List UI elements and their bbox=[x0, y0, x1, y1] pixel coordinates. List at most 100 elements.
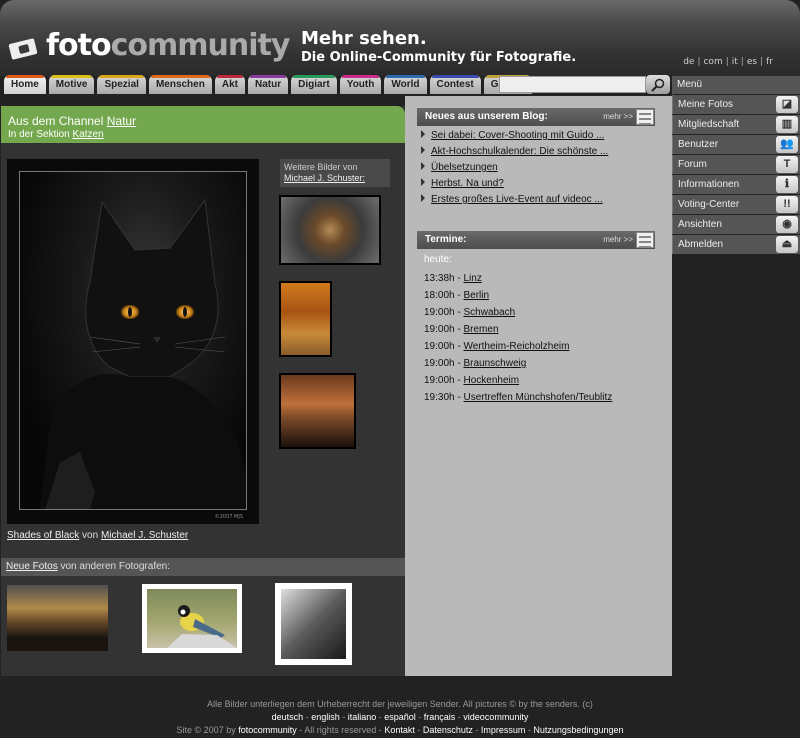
menu-item-mitgliedschaft[interactable]: Mitgliedschaft ▥ bbox=[672, 115, 800, 134]
language-separator: | bbox=[725, 57, 729, 67]
event-place-link[interactable]: Bremen bbox=[463, 324, 498, 335]
camera-logo-icon bbox=[8, 35, 42, 60]
event-row: 19:00h - Hockenheim bbox=[424, 372, 612, 389]
footer-link[interactable]: Impressum bbox=[481, 725, 526, 735]
menu-item-label: Forum bbox=[678, 159, 707, 170]
tab-home[interactable]: Home bbox=[4, 75, 46, 94]
menu-item-forum[interactable]: Forum T bbox=[672, 155, 800, 174]
more-photos-author-link[interactable]: Michael J. Schuster: bbox=[284, 173, 365, 183]
footer-language-link[interactable]: videocommunity bbox=[463, 712, 528, 722]
footer-link[interactable]: Kontakt bbox=[384, 725, 415, 735]
blog-item-link[interactable]: Akt-Hochschulkalender: Die schönste ... bbox=[431, 146, 608, 157]
menu-item-abmelden[interactable]: Abmelden ⏏ bbox=[672, 235, 800, 254]
termine-more-link[interactable]: mehr >> bbox=[603, 231, 633, 249]
event-place-link[interactable]: Hockenheim bbox=[463, 375, 519, 386]
tab-natur[interactable]: Natur bbox=[247, 75, 289, 94]
blog-item-link[interactable]: Übelsetzungen bbox=[431, 162, 498, 173]
menu-item-ansichten[interactable]: Ansichten ◉ bbox=[672, 215, 800, 234]
new-photos-link[interactable]: Neue Fotos bbox=[6, 561, 58, 572]
blog-more-link[interactable]: mehr >> bbox=[603, 108, 633, 126]
membership-icon: ▥ bbox=[776, 116, 798, 133]
blog-item: Übelsetzungen bbox=[421, 162, 608, 173]
blog-item: Akt-Hochschulkalender: Die schönste ... bbox=[421, 146, 608, 157]
search-button[interactable] bbox=[646, 75, 670, 94]
footer-language-link[interactable]: français bbox=[424, 712, 456, 722]
new-photos-bar: Neue Fotos von anderen Fotografen: bbox=[1, 558, 405, 576]
footer-site-name-link[interactable]: fotocommunity bbox=[238, 725, 297, 735]
tab-akt[interactable]: Akt bbox=[214, 75, 245, 94]
tab-motive[interactable]: Motive bbox=[48, 75, 95, 94]
menu-item-voting-center[interactable]: Voting-Center!! bbox=[672, 195, 800, 214]
blog-title: Neues aus unserem Blog: bbox=[425, 111, 548, 122]
more-photo-thumb-spider[interactable] bbox=[279, 195, 381, 265]
tab-contest[interactable]: Contest bbox=[429, 75, 481, 94]
event-place-link[interactable]: Braunschweig bbox=[463, 358, 526, 369]
menu-item-benutzer[interactable]: Benutzer 👥 bbox=[672, 135, 800, 154]
event-place-link[interactable]: Berlin bbox=[463, 290, 489, 301]
new-photo-thumb-bw[interactable] bbox=[275, 583, 352, 665]
language-separator: | bbox=[740, 57, 744, 67]
more-photo-thumb-sunset[interactable] bbox=[279, 373, 356, 449]
language-fr[interactable]: fr bbox=[766, 57, 773, 67]
language-com[interactable]: com bbox=[703, 57, 722, 67]
logo-text-part2: community bbox=[110, 28, 291, 63]
blog-item-link[interactable]: Sei dabei: Cover-Shooting mit Guido ... bbox=[431, 130, 604, 141]
tab-menschen[interactable]: Menschen bbox=[148, 75, 212, 94]
event-place-link[interactable]: Usertreffen Münchshofen/Teublitz bbox=[463, 392, 612, 403]
blog-item-link[interactable]: Erstes großes Live-Event auf videoc ... bbox=[431, 194, 603, 205]
featured-title-link[interactable]: Shades of Black bbox=[7, 530, 79, 541]
event-row: 13:38h - Linz bbox=[424, 270, 612, 287]
main-content: Aus dem Channel Natur In der Sektion Kat… bbox=[1, 106, 405, 676]
tab-youth[interactable]: Youth bbox=[339, 75, 382, 94]
tab-digiart[interactable]: Digiart bbox=[291, 75, 337, 94]
event-row: 19:00h - Schwabach bbox=[424, 304, 612, 321]
blog-list-icon[interactable] bbox=[636, 109, 654, 125]
footer-link[interactable]: Nutzungsbedingungen bbox=[533, 725, 623, 735]
slogan: Mehr sehen. Die Online-Community für Fot… bbox=[301, 30, 576, 68]
new-photo-thumb-bird[interactable] bbox=[142, 584, 242, 653]
tab-world[interactable]: World bbox=[384, 75, 427, 94]
language-it[interactable]: it bbox=[732, 57, 738, 67]
tab-spezial[interactable]: Spezial bbox=[97, 75, 146, 94]
menu-item-label: Mitgliedschaft bbox=[678, 119, 740, 130]
event-time: 18:00h bbox=[424, 290, 455, 301]
bird-image bbox=[167, 605, 237, 648]
more-photo-thumb-autumn[interactable] bbox=[279, 281, 332, 357]
section-line: In der Sektion Katzen bbox=[8, 129, 405, 140]
side-menu: Menü Meine Fotos ◪ Mitgliedschaft ▥ Benutzer… bbox=[672, 76, 800, 255]
menu-item-meine-fotos[interactable]: Meine Fotos ◪ bbox=[672, 95, 800, 114]
menu-items: Meine Fotos ◪ Mitgliedschaft ▥ Benutzer 👥 Foru… bbox=[672, 95, 800, 254]
logo[interactable]: foto community bbox=[8, 28, 291, 63]
voting-icon: !! bbox=[776, 196, 798, 213]
event-time: 19:00h bbox=[424, 324, 455, 335]
event-place-link[interactable]: Wertheim-Reicholzheim bbox=[463, 341, 569, 352]
language-de[interactable]: de bbox=[683, 57, 694, 67]
footer-rights: - All rights reserved - bbox=[299, 725, 382, 735]
footer-language-link[interactable]: italiano bbox=[348, 712, 377, 722]
featured-photo[interactable]: ©2007 MJS bbox=[7, 159, 259, 524]
featured-author-link[interactable]: Michael J. Schuster bbox=[101, 530, 188, 541]
blog-item-link[interactable]: Herbst. Na und? bbox=[431, 178, 504, 189]
termine-list-icon[interactable] bbox=[636, 232, 654, 248]
event-time: 19:00h bbox=[424, 341, 455, 352]
menu-item-label: Abmelden bbox=[678, 239, 724, 250]
footer-language-link[interactable]: deutsch bbox=[272, 712, 304, 722]
footer-link[interactable]: Datenschutz bbox=[423, 725, 473, 735]
event-place-link[interactable]: Linz bbox=[463, 273, 481, 284]
middle-column: Neues aus unserem Blog: mehr >> Sei dabe… bbox=[405, 96, 672, 676]
featured-by: von bbox=[82, 530, 99, 541]
channel-header: Aus dem Channel Natur In der Sektion Kat… bbox=[1, 106, 405, 143]
footer-language-link[interactable]: english bbox=[311, 712, 340, 722]
new-photo-thumb-sky[interactable] bbox=[7, 585, 108, 651]
section-link[interactable]: Katzen bbox=[73, 129, 104, 140]
arrow-right-icon bbox=[421, 178, 425, 186]
language-separator: | bbox=[760, 57, 764, 67]
language-es[interactable]: es bbox=[747, 57, 757, 67]
footer-language-link[interactable]: español bbox=[384, 712, 416, 722]
menu-item-informationen[interactable]: Informationen ℹ bbox=[672, 175, 800, 194]
channel-link[interactable]: Natur bbox=[107, 114, 136, 128]
event-place-link[interactable]: Schwabach bbox=[463, 307, 515, 318]
search-input[interactable] bbox=[499, 76, 646, 93]
more-photos-label: Weitere Bilder von bbox=[284, 162, 358, 172]
footer-separator: - bbox=[414, 725, 423, 735]
